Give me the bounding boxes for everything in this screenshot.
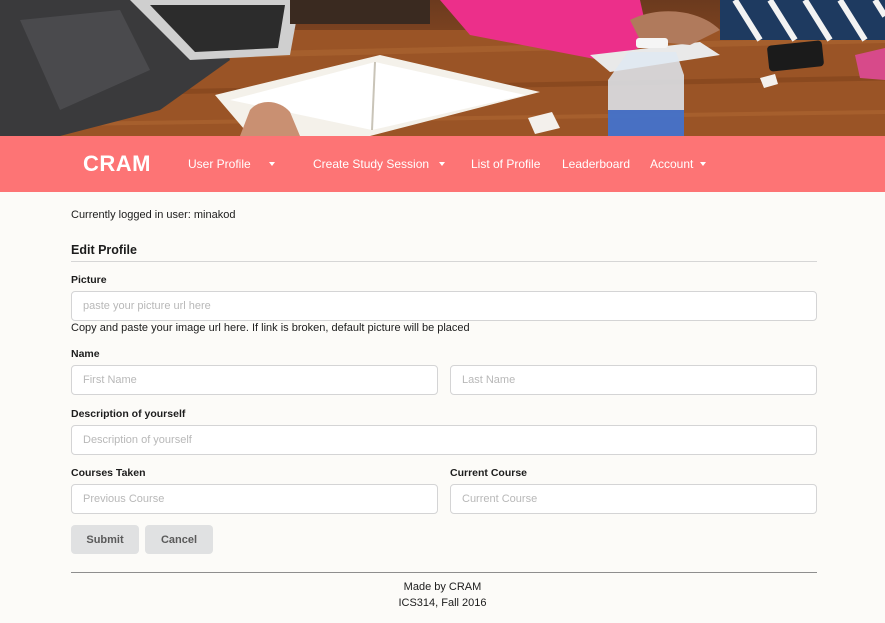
footer-divider: [71, 572, 817, 573]
brand-logo-link[interactable]: CRAM: [83, 151, 151, 177]
create-study-session-dropdown-caret-icon[interactable]: [439, 162, 445, 166]
current-course-input[interactable]: [450, 484, 817, 514]
submit-button[interactable]: Submit: [71, 525, 139, 554]
cancel-button[interactable]: Cancel: [145, 525, 213, 554]
description-input[interactable]: [71, 425, 817, 455]
edit-profile-heading: Edit Profile: [71, 243, 137, 257]
footer-course: ICS314, Fall 2016: [398, 597, 487, 609]
nav-account[interactable]: Account: [650, 157, 693, 171]
footer-credit: Made by CRAM: [403, 581, 482, 593]
previous-course-input[interactable]: [71, 484, 438, 514]
students-studying-photo: [0, 0, 885, 136]
picture-label: Picture: [71, 274, 107, 286]
nav-leaderboard[interactable]: Leaderboard: [562, 157, 630, 171]
user-profile-dropdown-caret-icon[interactable]: [269, 162, 275, 166]
picture-help-text: Copy and paste your image url here. If l…: [71, 322, 470, 334]
hero-banner-image: [0, 0, 885, 136]
name-label: Name: [71, 348, 100, 360]
logged-in-user-text: Currently logged in user: minakod: [71, 209, 236, 221]
nav-create-study-session[interactable]: Create Study Session: [313, 157, 429, 171]
main-navbar: CRAM User Profile Create Study Session L…: [0, 136, 885, 192]
account-dropdown-caret-icon[interactable]: [700, 162, 706, 166]
current-course-label: Current Course: [450, 467, 528, 479]
last-name-input[interactable]: [450, 365, 817, 395]
nav-user-profile[interactable]: User Profile: [188, 157, 251, 171]
first-name-input[interactable]: [71, 365, 438, 395]
picture-url-input[interactable]: [71, 291, 817, 321]
heading-divider: [71, 261, 817, 262]
description-label: Description of yourself: [71, 408, 186, 420]
nav-list-of-profile[interactable]: List of Profile: [471, 157, 540, 171]
courses-taken-label: Courses Taken: [71, 467, 146, 479]
